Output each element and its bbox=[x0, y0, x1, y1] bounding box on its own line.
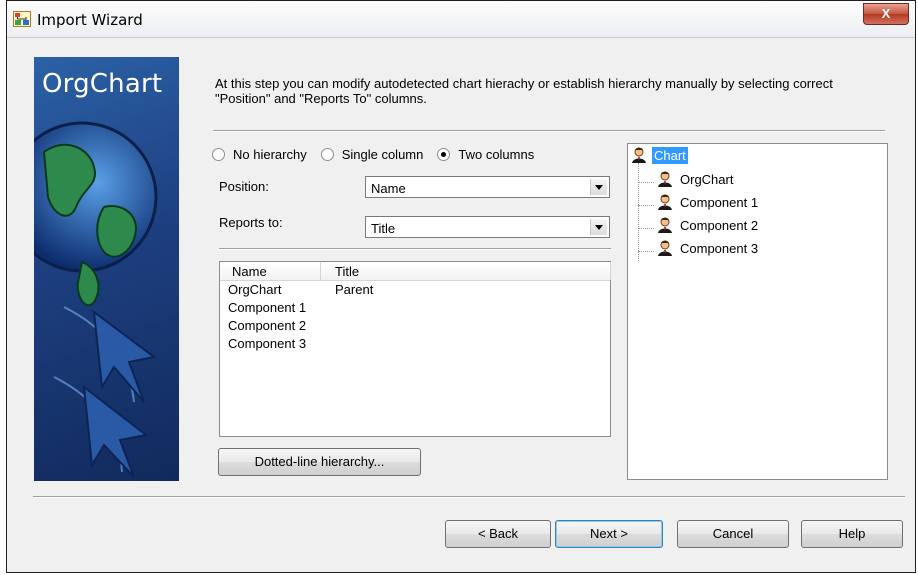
person-icon bbox=[658, 194, 672, 210]
hierarchy-mode-group: No hierarchy Single column Two columns bbox=[212, 147, 548, 162]
tree-node-label: Component 1 bbox=[680, 194, 759, 210]
wizard-body: OrgChart At this step you can modify aut… bbox=[7, 38, 915, 572]
cell-name: Component 3 bbox=[228, 336, 307, 351]
tree-node[interactable]: OrgChart bbox=[656, 170, 735, 188]
tree-connector bbox=[638, 205, 654, 206]
tree-node[interactable]: Component 1 bbox=[656, 193, 760, 211]
position-label: Position: bbox=[219, 179, 269, 194]
import-wizard-window: Import Wizard X OrgChart At this step yo… bbox=[6, 0, 916, 573]
person-icon bbox=[658, 217, 672, 233]
close-icon: X bbox=[881, 6, 891, 21]
footer-divider bbox=[33, 496, 905, 498]
column-header-title[interactable]: Title bbox=[335, 264, 359, 279]
top-divider bbox=[213, 130, 885, 132]
mid-divider bbox=[219, 248, 611, 250]
column-separator[interactable] bbox=[320, 262, 321, 280]
instruction-text: At this step you can modify autodetected… bbox=[215, 76, 833, 106]
columns-preview-table[interactable]: Name Title OrgChart Parent Component 1 C… bbox=[219, 261, 611, 437]
back-button[interactable]: < Back bbox=[445, 520, 551, 548]
tree-node-label: Chart bbox=[652, 146, 688, 164]
tree-root-chart[interactable]: Chart bbox=[630, 146, 688, 164]
banner-title: OrgChart bbox=[42, 69, 163, 99]
cell-name: OrgChart bbox=[228, 282, 282, 297]
radio-label: Single column bbox=[341, 147, 424, 162]
table-header: Name Title bbox=[220, 262, 611, 281]
help-button[interactable]: Help bbox=[801, 520, 903, 548]
tree-node[interactable]: Component 2 bbox=[656, 216, 760, 234]
cancel-button[interactable]: Cancel bbox=[677, 520, 789, 548]
column-header-name[interactable]: Name bbox=[232, 264, 267, 279]
position-value: Name bbox=[371, 181, 406, 196]
chevron-down-icon[interactable] bbox=[590, 219, 607, 235]
tree-node-label: Component 2 bbox=[680, 217, 759, 233]
person-icon bbox=[632, 147, 646, 163]
tree-connector bbox=[638, 251, 654, 252]
table-row[interactable]: OrgChart Parent bbox=[220, 282, 610, 299]
wizard-banner: OrgChart bbox=[34, 57, 179, 481]
radio-two-columns[interactable]: Two columns bbox=[437, 147, 534, 162]
person-icon bbox=[658, 171, 672, 187]
person-icon bbox=[658, 240, 672, 256]
hierarchy-tree[interactable]: Chart OrgChart Component 1 Component 2 C… bbox=[627, 143, 888, 480]
tree-node[interactable]: Component 3 bbox=[656, 239, 760, 257]
title-bar[interactable]: Import Wizard X bbox=[7, 1, 915, 38]
radio-indicator[interactable] bbox=[437, 148, 451, 161]
dotted-line-hierarchy-button[interactable]: Dotted-line hierarchy... bbox=[218, 448, 421, 476]
column-separator[interactable] bbox=[610, 262, 611, 280]
next-button[interactable]: Next > bbox=[555, 520, 663, 548]
cell-title: Parent bbox=[335, 282, 374, 297]
app-icon bbox=[13, 11, 31, 27]
radio-label: No hierarchy bbox=[233, 147, 307, 162]
radio-single-column[interactable]: Single column bbox=[320, 147, 424, 162]
tree-connector bbox=[638, 182, 654, 183]
reports-to-value: Title bbox=[371, 221, 396, 236]
reports-to-label: Reports to: bbox=[219, 215, 283, 230]
close-button[interactable]: X bbox=[863, 3, 909, 25]
tree-node-label: OrgChart bbox=[680, 171, 734, 187]
cell-name: Component 2 bbox=[228, 318, 307, 333]
cell-name: Component 1 bbox=[228, 300, 307, 315]
radio-indicator[interactable] bbox=[212, 148, 225, 161]
tree-connector bbox=[638, 163, 639, 261]
tree-connector bbox=[638, 228, 654, 229]
tree-node-label: Component 3 bbox=[680, 240, 759, 256]
radio-label: Two columns bbox=[458, 147, 535, 162]
reports-to-select[interactable]: Title bbox=[365, 216, 610, 238]
table-row[interactable]: Component 1 bbox=[220, 300, 610, 317]
position-select[interactable]: Name bbox=[365, 176, 610, 198]
window-title: Import Wizard bbox=[37, 11, 143, 29]
radio-no-hierarchy[interactable]: No hierarchy bbox=[212, 147, 307, 162]
chevron-down-icon[interactable] bbox=[590, 179, 607, 195]
globe-arrows-art bbox=[34, 121, 158, 478]
table-row[interactable]: Component 3 bbox=[220, 336, 610, 353]
radio-indicator[interactable] bbox=[320, 148, 334, 161]
table-row[interactable]: Component 2 bbox=[220, 318, 610, 335]
